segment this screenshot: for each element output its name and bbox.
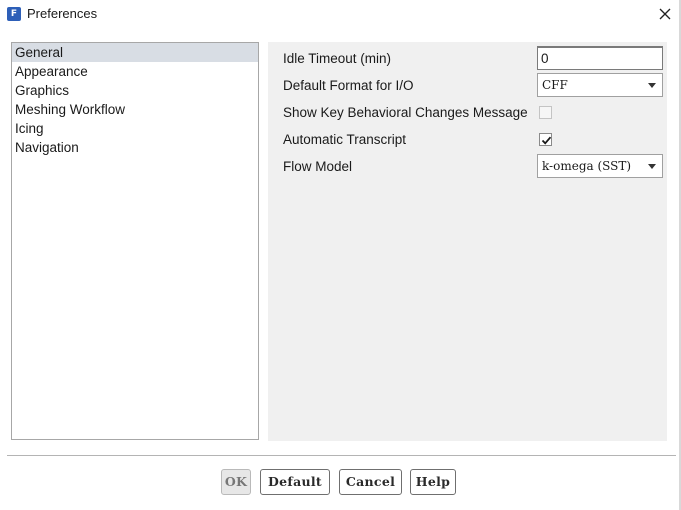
window-title: Preferences bbox=[27, 6, 98, 21]
close-icon bbox=[659, 8, 671, 20]
footer-divider bbox=[7, 455, 676, 456]
show-key-changes-label: Show Key Behavioral Changes Message bbox=[283, 105, 528, 120]
flow-model-value: k-omega (SST) bbox=[542, 159, 632, 173]
title-bar: F Preferences bbox=[0, 0, 679, 28]
category-item-general[interactable]: General bbox=[12, 43, 258, 62]
automatic-transcript-checkbox[interactable] bbox=[539, 133, 552, 146]
default-format-select[interactable]: CFF bbox=[537, 73, 663, 97]
ok-button[interactable]: OK bbox=[221, 469, 251, 495]
default-format-value: CFF bbox=[542, 78, 568, 92]
general-settings-panel: Idle Timeout (min) Default Format for I/… bbox=[268, 42, 667, 441]
show-key-changes-checkbox bbox=[539, 106, 552, 119]
chevron-down-icon bbox=[648, 164, 656, 169]
default-button[interactable]: Default bbox=[260, 469, 330, 495]
app-logo-icon: F bbox=[7, 7, 21, 21]
flow-model-select[interactable]: k-omega (SST) bbox=[537, 154, 663, 178]
preferences-dialog: F Preferences General Appearance Graphic… bbox=[0, 0, 681, 510]
category-item-navigation[interactable]: Navigation bbox=[12, 138, 258, 157]
idle-timeout-label: Idle Timeout (min) bbox=[283, 51, 392, 66]
cancel-button[interactable]: Cancel bbox=[339, 469, 402, 495]
category-item-icing[interactable]: Icing bbox=[12, 119, 258, 138]
checkmark-icon bbox=[541, 136, 552, 145]
close-button[interactable] bbox=[655, 4, 675, 24]
automatic-transcript-label: Automatic Transcript bbox=[283, 132, 407, 147]
category-item-graphics[interactable]: Graphics bbox=[12, 81, 258, 100]
chevron-down-icon bbox=[648, 83, 656, 88]
category-item-appearance[interactable]: Appearance bbox=[12, 62, 258, 81]
default-format-label: Default Format for I/O bbox=[283, 78, 414, 93]
flow-model-label: Flow Model bbox=[283, 159, 353, 174]
category-list: General Appearance Graphics Meshing Work… bbox=[11, 42, 259, 440]
help-button[interactable]: Help bbox=[410, 469, 456, 495]
category-item-meshing-workflow[interactable]: Meshing Workflow bbox=[12, 100, 258, 119]
idle-timeout-input[interactable] bbox=[537, 46, 663, 70]
